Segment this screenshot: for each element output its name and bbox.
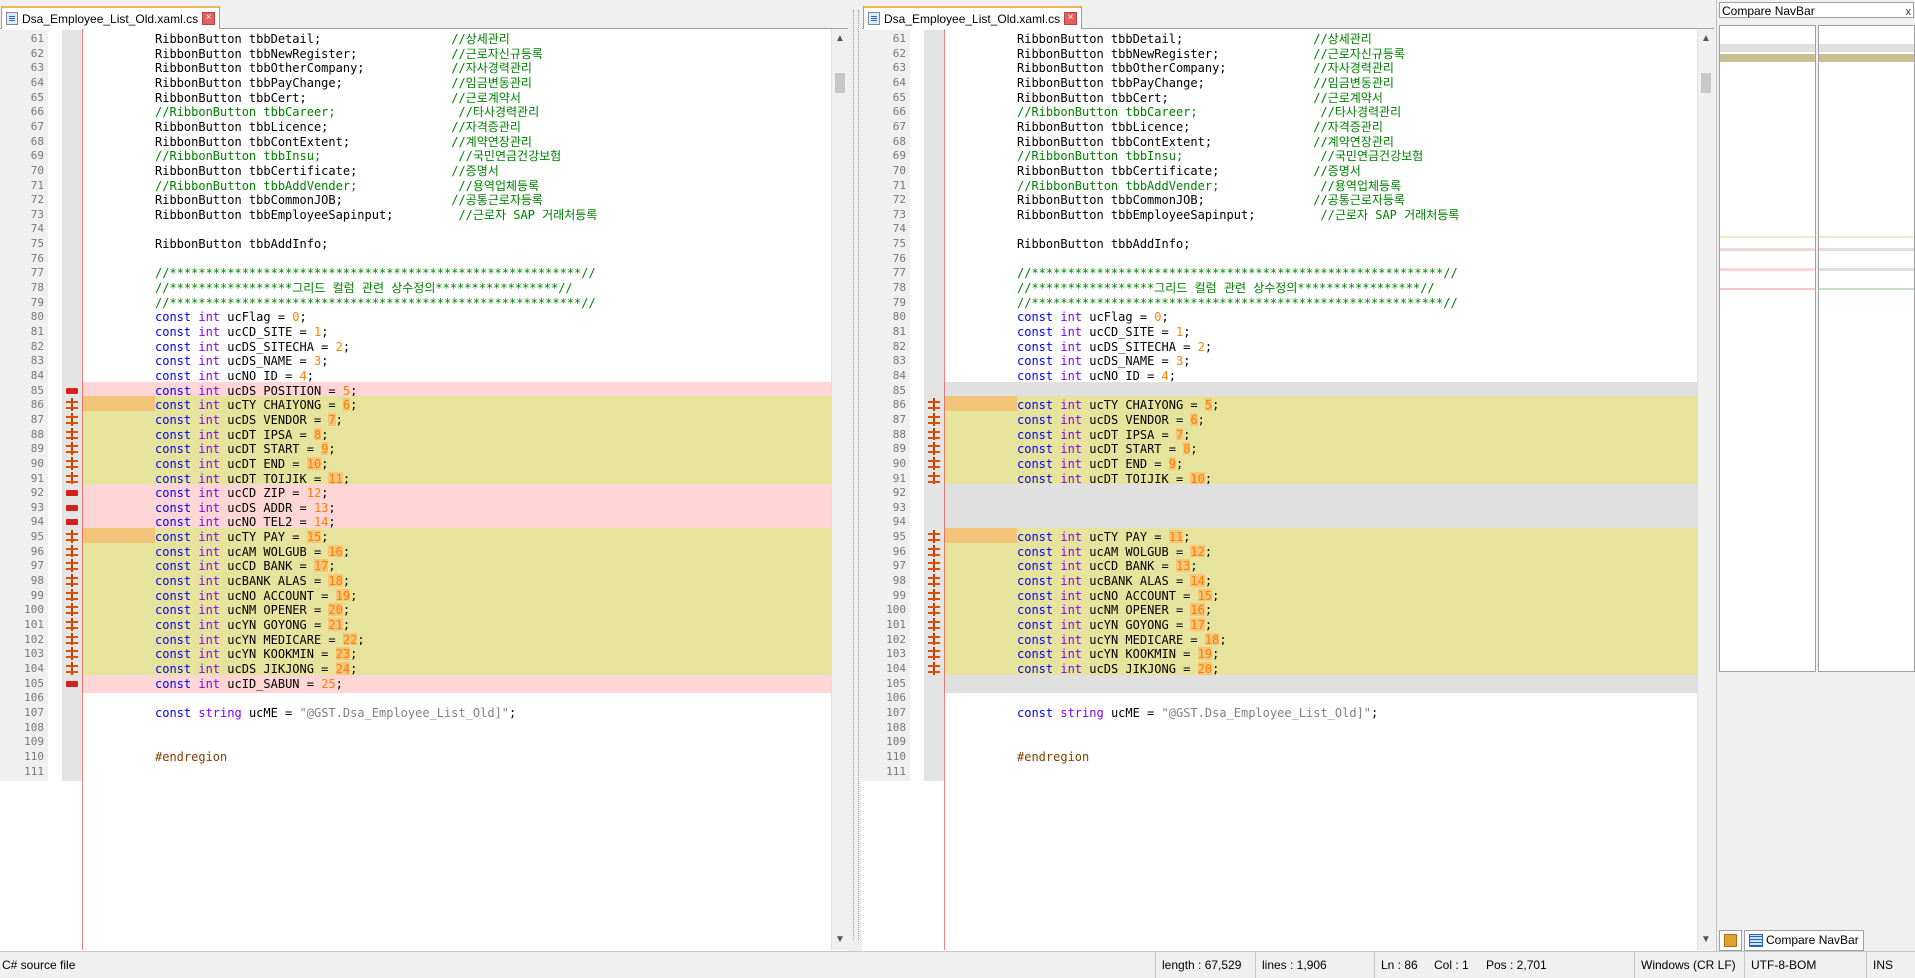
minimap-block — [1819, 288, 1914, 290]
close-icon[interactable]: x — [1906, 4, 1912, 20]
compare-navbar-panel: Compare NavBar x Compare NavBar — [1716, 0, 1915, 951]
lock-icon — [1724, 933, 1737, 947]
status-line-number: Ln : 86 — [1374, 952, 1418, 978]
right-code-editor[interactable]: 61 RibbonButton tbbDetail; //상세관리 62 Ribbon… — [862, 29, 1698, 950]
status-column: Col : 1 — [1434, 958, 1469, 972]
status-lines: lines : 1,906 — [1255, 952, 1327, 978]
minimap-block — [1819, 44, 1914, 52]
status-file-type: C# source file — [2, 958, 76, 972]
compare-navbar-tab[interactable]: Compare NavBar — [1744, 929, 1864, 951]
line-deleted-icon — [66, 519, 78, 526]
minimap-block — [1819, 236, 1914, 238]
minimap-block — [1819, 54, 1914, 62]
line-number: 111 — [0, 762, 48, 781]
minimap-block — [1720, 44, 1815, 52]
right-file-tab[interactable]: Dsa_Employee_List_Old.xaml.cs × — [863, 6, 1083, 29]
right-compare-pane: Dsa_Employee_List_Old.xaml.cs × 61 Ribbon… — [862, 0, 1714, 951]
left-file-tab-title: Dsa_Employee_List_Old.xaml.cs — [22, 11, 199, 26]
minimap-block — [1819, 248, 1914, 251]
right-file-minimap[interactable] — [1818, 25, 1915, 672]
minimap-block — [1819, 268, 1914, 271]
code-line[interactable]: 111 — [0, 762, 832, 781]
right-file-tab-title: Dsa_Employee_List_Old.xaml.cs — [884, 11, 1061, 26]
scroll-up-arrow-icon[interactable]: ▲ — [832, 31, 848, 47]
close-icon[interactable]: × — [202, 12, 216, 25]
line-deleted-icon — [66, 387, 78, 394]
line-deleted-icon — [66, 504, 78, 511]
file-icon — [868, 12, 880, 25]
line-deleted-icon — [66, 680, 78, 687]
minimap-block — [1720, 248, 1815, 251]
file-icon — [6, 12, 18, 25]
minimap-block — [1720, 268, 1815, 271]
left-tab-bar: Dsa_Employee_List_Old.xaml.cs × — [0, 0, 848, 29]
navbar-pin-tab[interactable] — [1719, 929, 1742, 951]
fold-margin-line — [82, 29, 83, 950]
left-file-tab[interactable]: Dsa_Employee_List_Old.xaml.cs × — [1, 6, 221, 29]
minimap-block — [1720, 288, 1815, 290]
fold-margin-line — [944, 29, 945, 950]
status-bar: C# source file length : 67,529 lines : 1… — [0, 951, 1915, 978]
compare-navbar-title: Compare NavBar x — [1719, 2, 1914, 18]
compare-navbar-title-text: Compare NavBar — [1722, 4, 1815, 18]
diff-marker-margin — [62, 762, 82, 781]
scroll-up-arrow-icon[interactable]: ▲ — [1698, 31, 1714, 47]
compare-navbar-tab-label: Compare NavBar — [1766, 933, 1859, 947]
scroll-down-arrow-icon[interactable]: ▼ — [832, 932, 848, 948]
scroll-down-arrow-icon[interactable]: ▼ — [1698, 932, 1714, 948]
left-file-minimap[interactable] — [1719, 25, 1816, 672]
status-eol-format[interactable]: Windows (CR LF) — [1634, 952, 1736, 978]
code-line[interactable]: 111 — [862, 762, 1698, 781]
navbar-tab-strip: Compare NavBar — [1719, 929, 1864, 951]
status-encoding[interactable]: UTF-8-BOM — [1744, 952, 1816, 978]
diff-marker-margin — [924, 762, 944, 781]
minimap-block — [1720, 236, 1815, 238]
line-number: 111 — [862, 762, 910, 781]
navbar-grid-icon — [1749, 933, 1763, 947]
right-tab-bar: Dsa_Employee_List_Old.xaml.cs × — [862, 0, 1714, 29]
left-vertical-scrollbar[interactable]: ▲ ▼ — [831, 29, 848, 950]
scroll-thumb[interactable] — [835, 73, 845, 93]
left-compare-pane: Dsa_Employee_List_Old.xaml.cs × 61 Ribbon… — [0, 0, 848, 951]
splitter-grip — [853, 10, 859, 940]
pane-splitter[interactable] — [848, 0, 862, 951]
scroll-thumb[interactable] — [1701, 73, 1711, 93]
line-deleted-icon — [66, 490, 78, 497]
minimap-block — [1720, 54, 1815, 62]
status-position: Pos : 2,701 — [1486, 958, 1547, 972]
status-length: length : 67,529 — [1155, 952, 1241, 978]
close-icon[interactable]: × — [1064, 12, 1078, 25]
left-code-editor[interactable]: 61 RibbonButton tbbDetail; //상세관리 62 Ribbon… — [0, 29, 832, 950]
right-vertical-scrollbar[interactable]: ▲ ▼ — [1697, 29, 1714, 950]
status-insert-mode[interactable]: INS — [1866, 952, 1893, 978]
